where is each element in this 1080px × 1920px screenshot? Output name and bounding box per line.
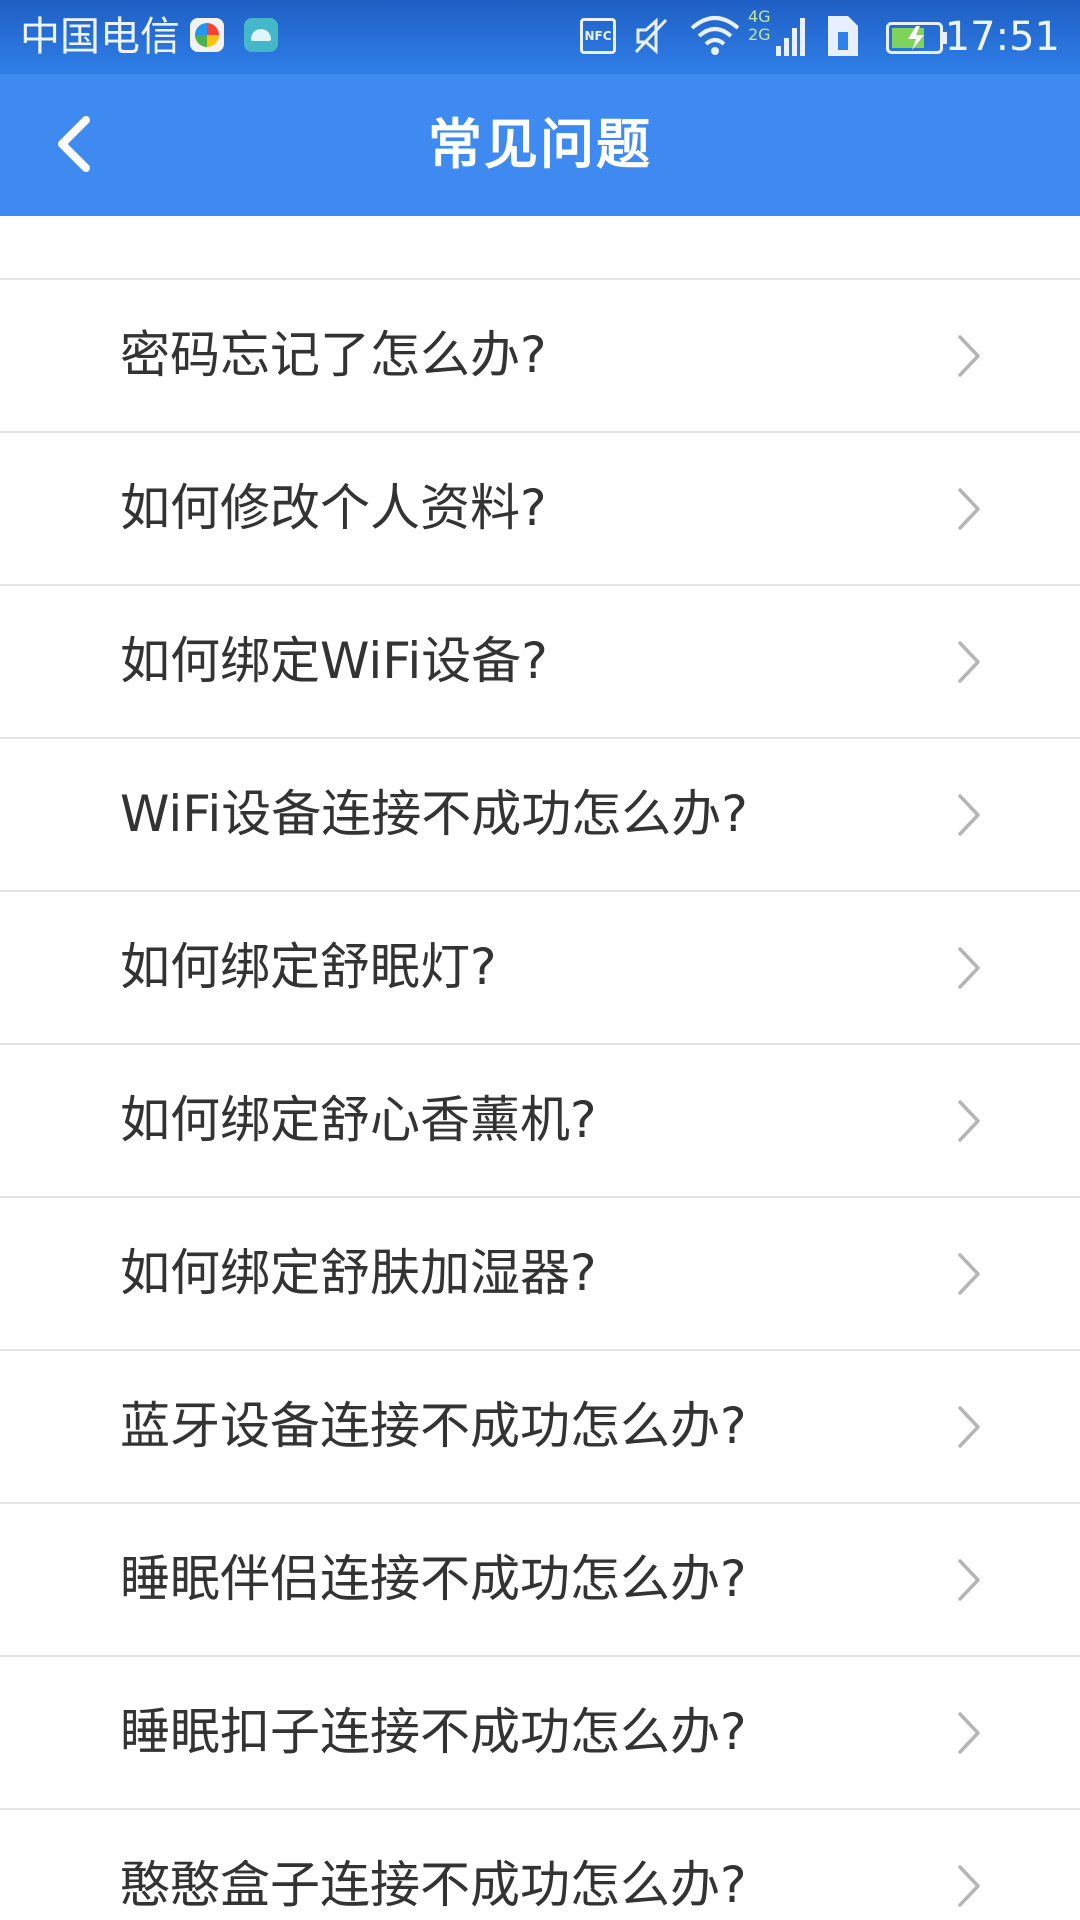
battery-charging-icon bbox=[886, 22, 948, 54]
page-title: 常见问题 bbox=[428, 113, 652, 176]
carrier-name: 中国电信 bbox=[20, 14, 180, 60]
chevron-right-icon bbox=[954, 1708, 984, 1758]
faq-item-label: 如何修改个人资料? bbox=[120, 479, 547, 537]
faq-list-item[interactable]: 如何绑定舒肤加湿器? bbox=[0, 1198, 1080, 1351]
chevron-right-icon bbox=[954, 1096, 984, 1146]
list-top-spacer bbox=[0, 216, 1080, 280]
faq-item-label: 密码忘记了怎么办? bbox=[120, 326, 547, 384]
signal-icon bbox=[776, 16, 806, 58]
faq-item-label: 如何绑定舒心香薰机? bbox=[120, 1091, 597, 1149]
chevron-left-icon bbox=[58, 116, 90, 172]
vibrate-mute-icon bbox=[634, 16, 670, 56]
nfc-icon: NFC bbox=[580, 18, 616, 54]
network-type-top: 4G bbox=[748, 7, 771, 26]
network-type-bottom: 2G bbox=[748, 25, 771, 44]
faq-item-label: 憨憨盒子连接不成功怎么办? bbox=[120, 1856, 747, 1914]
chevron-right-icon bbox=[954, 637, 984, 687]
faq-item-label: 睡眠扣子连接不成功怎么办? bbox=[120, 1703, 747, 1761]
chevron-right-icon bbox=[954, 790, 984, 840]
back-button[interactable] bbox=[40, 104, 120, 184]
chevron-right-icon bbox=[954, 1861, 984, 1911]
chevron-right-icon bbox=[954, 1402, 984, 1452]
wifi-icon bbox=[688, 14, 742, 56]
android-notification-icon bbox=[244, 18, 278, 52]
status-clock: 17:51 bbox=[944, 14, 1060, 60]
faq-list-item[interactable]: WiFi设备连接不成功怎么办? bbox=[0, 739, 1080, 892]
title-bar: 常见问题 bbox=[0, 74, 1080, 216]
faq-list-item[interactable]: 如何绑定舒心香薰机? bbox=[0, 1045, 1080, 1198]
chevron-right-icon bbox=[954, 943, 984, 993]
chevron-right-icon bbox=[954, 484, 984, 534]
faq-item-label: 如何绑定舒眠灯? bbox=[120, 938, 497, 996]
faq-item-label: 如何绑定舒肤加湿器? bbox=[120, 1244, 597, 1302]
faq-item-label: 如何绑定WiFi设备? bbox=[120, 632, 548, 690]
faq-list-item[interactable]: 密码忘记了怎么办? bbox=[0, 280, 1080, 433]
faq-list-item[interactable]: 如何绑定舒眠灯? bbox=[0, 892, 1080, 1045]
faq-list-item[interactable]: 睡眠扣子连接不成功怎么办? bbox=[0, 1657, 1080, 1810]
chevron-right-icon bbox=[954, 1249, 984, 1299]
faq-items: 密码忘记了怎么办? 如何修改个人资料? 如何绑定WiFi设备? WiFi设备连接不成功… bbox=[0, 280, 1080, 1920]
app-notification-icon bbox=[190, 18, 224, 52]
sim-icon bbox=[824, 14, 862, 58]
faq-list-item[interactable]: 蓝牙设备连接不成功怎么办? bbox=[0, 1351, 1080, 1504]
faq-item-label: WiFi设备连接不成功怎么办? bbox=[120, 785, 748, 843]
chevron-right-icon bbox=[954, 1555, 984, 1605]
faq-list-item[interactable]: 如何修改个人资料? bbox=[0, 433, 1080, 586]
faq-list: 密码忘记了怎么办? 如何修改个人资料? 如何绑定WiFi设备? WiFi设备连接不成功… bbox=[0, 216, 1080, 1920]
chevron-right-icon bbox=[954, 331, 984, 381]
network-type-label: 4G 2G bbox=[748, 8, 771, 44]
faq-item-label: 蓝牙设备连接不成功怎么办? bbox=[120, 1397, 747, 1455]
faq-list-item[interactable]: 憨憨盒子连接不成功怎么办? bbox=[0, 1810, 1080, 1920]
faq-list-item[interactable]: 睡眠伴侣连接不成功怎么办? bbox=[0, 1504, 1080, 1657]
faq-screen: 中国电信 NFC 4G 2G 17:51 常见问题 密码忘记了怎么办? 如何修改… bbox=[0, 0, 1080, 1920]
status-bar: 中国电信 NFC 4G 2G 17:51 bbox=[0, 0, 1080, 74]
faq-item-label: 睡眠伴侣连接不成功怎么办? bbox=[120, 1550, 747, 1608]
faq-list-item[interactable]: 如何绑定WiFi设备? bbox=[0, 586, 1080, 739]
